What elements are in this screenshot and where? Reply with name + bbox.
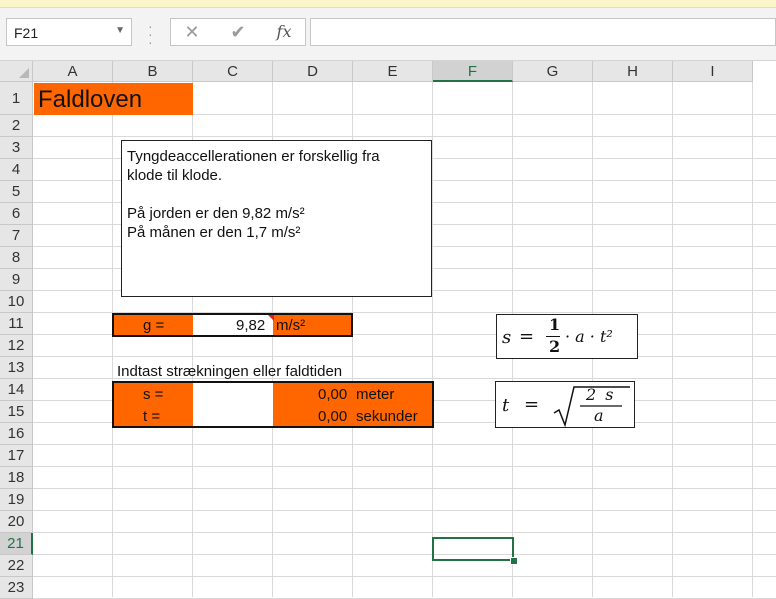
comment-indicator-icon[interactable] — [268, 315, 274, 321]
input-prompt: Indtast strækningen eller faldtiden — [117, 363, 343, 380]
input-cells[interactable] — [193, 383, 273, 426]
row-header-21[interactable]: 21 — [0, 533, 33, 555]
textbox-line: klode til klode. — [127, 167, 223, 184]
column-gridline — [752, 82, 753, 597]
enter-icon[interactable]: ✔ — [223, 21, 253, 43]
column-header-g[interactable]: G — [513, 61, 593, 82]
column-header-f[interactable]: F — [433, 61, 513, 82]
textbox-line: På jorden er den 9,82 m/s² — [127, 205, 305, 222]
row-gridline — [33, 466, 776, 467]
row-header-8[interactable]: 8 — [0, 247, 33, 269]
textbox-line: Tyngdeaccellerationen er forskellig fra — [127, 148, 380, 165]
s-unit: meter — [356, 386, 395, 403]
row-header-23[interactable]: 23 — [0, 577, 33, 599]
cancel-icon[interactable]: ✕ — [177, 21, 207, 43]
column-header-e[interactable]: E — [353, 61, 433, 82]
column-header-d[interactable]: D — [273, 61, 353, 82]
row-header-10[interactable]: 10 — [0, 291, 33, 313]
formula-buttons: ✕ ✔ fx — [170, 18, 306, 46]
t-value: 0,00 — [318, 408, 348, 425]
insert-function-button[interactable]: fx — [269, 21, 299, 43]
time-formula[interactable]: t = 2 s a — [495, 381, 635, 428]
row-header-11[interactable]: 11 — [0, 313, 33, 335]
column-header-a[interactable]: A — [33, 61, 113, 82]
row-header-16[interactable]: 16 — [0, 423, 33, 445]
info-textbox[interactable]: Tyngdeaccellerationen er forskellig fra … — [121, 140, 432, 297]
row-gridline — [33, 136, 776, 137]
row-header-4[interactable]: 4 — [0, 159, 33, 181]
s-label: s = — [143, 386, 164, 403]
row-header-15[interactable]: 15 — [0, 401, 33, 423]
formula-lhs: s — [502, 327, 512, 348]
equals-sign: = — [524, 394, 540, 415]
s-value: 0,00 — [318, 386, 348, 403]
gravity-unit: m/s² — [276, 317, 306, 334]
row-header-12[interactable]: 12 — [0, 335, 33, 357]
gravity-label: g = — [143, 317, 165, 334]
row-header-13[interactable]: 13 — [0, 357, 33, 379]
row-gridline — [33, 444, 776, 445]
row-header-9[interactable]: 9 — [0, 269, 33, 291]
row-header-2[interactable]: 2 — [0, 115, 33, 137]
row-header-18[interactable]: 18 — [0, 467, 33, 489]
gravity-value: 9,82 — [236, 317, 266, 334]
select-all-corner[interactable] — [0, 61, 33, 82]
textbox-line: På månen er den 1,7 m/s² — [127, 224, 301, 241]
sheet-title: Faldloven — [38, 86, 143, 113]
top-strip — [0, 0, 776, 8]
row-header-7[interactable]: 7 — [0, 225, 33, 247]
row-gridline — [33, 554, 776, 555]
fill-handle[interactable] — [510, 557, 518, 565]
row-gridline — [33, 576, 776, 577]
row-header-22[interactable]: 22 — [0, 555, 33, 577]
row-gridline — [33, 532, 776, 533]
row-header-20[interactable]: 20 — [0, 511, 33, 533]
distance-formula[interactable]: s = 1 2 · a · t² — [496, 314, 638, 359]
row-header-5[interactable]: 5 — [0, 181, 33, 203]
name-box[interactable]: F21 ▼ — [6, 18, 132, 46]
t-label: t = — [143, 408, 161, 425]
equals-sign: = — [519, 326, 535, 347]
input-block: s = 0,00 meter t = 0,00 sekunder — [112, 381, 434, 428]
row-gridline — [33, 488, 776, 489]
row-header-3[interactable]: 3 — [0, 137, 33, 159]
row-header-19[interactable]: 19 — [0, 489, 33, 511]
formula-lhs: t — [502, 395, 510, 416]
row-header-14[interactable]: 14 — [0, 379, 33, 401]
column-gridline — [112, 82, 113, 597]
active-cell[interactable] — [432, 537, 514, 561]
row-gridline — [33, 510, 776, 511]
formula-denominator: 2 — [549, 337, 561, 356]
t-unit: sekunder — [356, 408, 418, 425]
row-header-6[interactable]: 6 — [0, 203, 33, 225]
formula-denominator: a — [594, 406, 604, 425]
formula-input[interactable] — [310, 18, 776, 46]
column-gridline — [672, 82, 673, 597]
formula-numerator: 2 s — [586, 385, 616, 404]
column-header-h[interactable]: H — [593, 61, 673, 82]
column-header-c[interactable]: C — [193, 61, 273, 82]
chevron-down-icon[interactable]: ▼ — [115, 25, 125, 36]
textbox-line — [127, 185, 431, 204]
gravity-row: g = 9,82 m/s² — [112, 313, 353, 337]
formula-rest: · a · t² — [565, 327, 613, 346]
row-header-1[interactable]: 1 — [0, 82, 33, 115]
formula-numerator: 1 — [549, 315, 561, 334]
column-gridline — [432, 82, 433, 597]
toolbar-grip-icon: · · · — [148, 18, 153, 50]
column-header-b[interactable]: B — [113, 61, 193, 82]
row-header-17[interactable]: 17 — [0, 445, 33, 467]
column-header-i[interactable]: I — [673, 61, 753, 82]
row-gridline — [33, 356, 776, 357]
name-box-value: F21 — [14, 25, 39, 41]
